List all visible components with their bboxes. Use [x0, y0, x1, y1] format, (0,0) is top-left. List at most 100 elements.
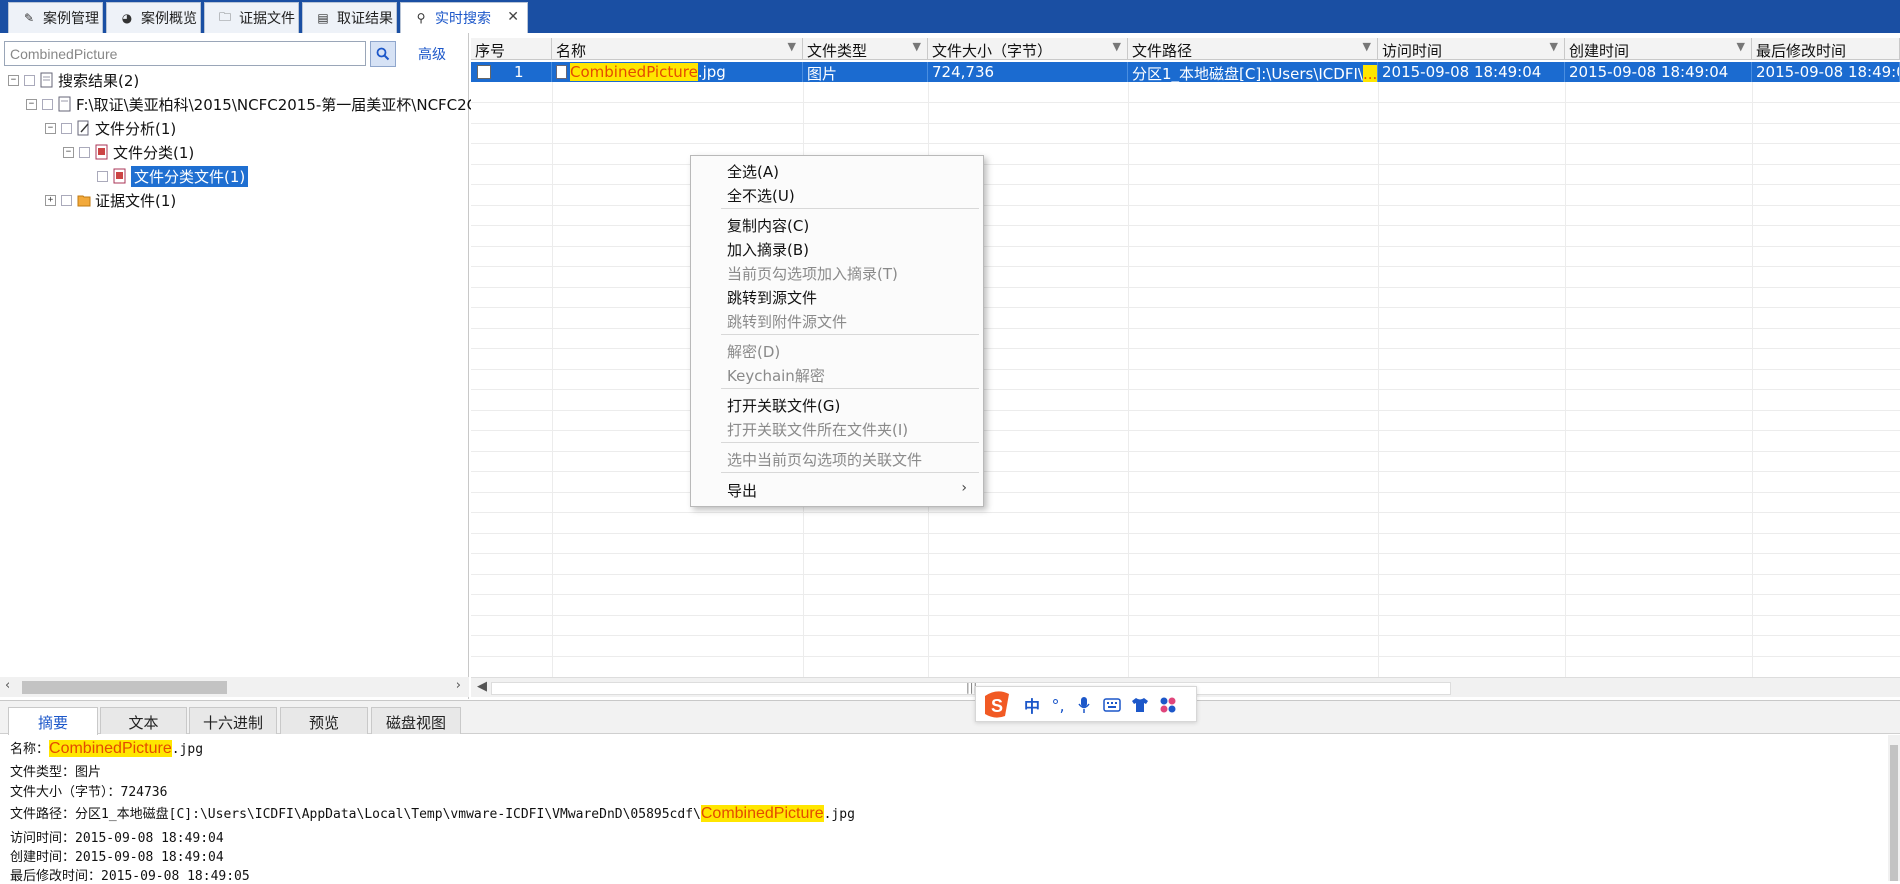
- column-header-size[interactable]: 文件大小（字节） ▼: [928, 38, 1128, 60]
- collapse-icon[interactable]: −: [45, 122, 56, 134]
- row-checkbox[interactable]: [477, 65, 491, 79]
- grid-column-line: [1128, 82, 1129, 682]
- skin-shirt-icon[interactable]: [1128, 694, 1152, 716]
- tree-checkbox[interactable]: [61, 194, 72, 206]
- tree-checkbox[interactable]: [97, 170, 108, 182]
- menu-item-export[interactable]: 导出 ›: [727, 480, 977, 500]
- filter-icon[interactable]: ▼: [1550, 40, 1558, 53]
- menu-item-decrypt: 解密(D): [727, 343, 781, 361]
- column-header-name[interactable]: 名称 ▼: [552, 38, 803, 60]
- grid-row-line: [471, 266, 1900, 267]
- sogou-logo-icon[interactable]: S: [980, 690, 1014, 720]
- toolbox-grid-icon[interactable]: [1156, 694, 1180, 716]
- menu-item-goto-attachment-source: 跳转到附件源文件: [727, 313, 848, 331]
- scroll-left-arrow-icon[interactable]: ‹: [5, 678, 10, 693]
- filter-icon[interactable]: ▼: [788, 40, 796, 53]
- tree-node-label: 证据文件(1): [95, 191, 177, 210]
- column-header-index[interactable]: 序号: [471, 38, 552, 60]
- search-input[interactable]: [4, 41, 366, 66]
- column-header-path[interactable]: 文件路径 ▼: [1128, 38, 1378, 60]
- tab-label: 实时搜索: [435, 11, 491, 27]
- collapse-icon[interactable]: −: [26, 98, 37, 110]
- tab-preview[interactable]: 预览: [280, 707, 368, 734]
- path-value: 分区1_本地磁盘[C]:\Users\ICDFI\: [1132, 65, 1363, 82]
- column-header-modified[interactable]: 最后修改时间: [1752, 38, 1900, 60]
- column-label: 文件类型: [807, 42, 868, 60]
- grid-row-line: [471, 307, 1900, 308]
- tree-checkbox[interactable]: [61, 122, 72, 134]
- tab-hex[interactable]: 十六进制: [189, 707, 277, 734]
- filter-icon[interactable]: ▼: [1363, 40, 1371, 53]
- tree-checkbox[interactable]: [24, 74, 35, 86]
- menu-item-select-all[interactable]: 全选(A): [727, 161, 779, 181]
- column-header-created[interactable]: 创建时间 ▼: [1565, 38, 1752, 60]
- detail-path: 文件路径：分区1_本地磁盘[C]:\Users\ICDFI\AppData\Lo…: [10, 805, 855, 822]
- horizontal-scrollbar[interactable]: ‹ ›: [0, 677, 469, 697]
- grid-row-line: [471, 573, 1900, 575]
- tab-forensic-results[interactable]: ▤ 取证结果: [302, 2, 397, 33]
- tree-node-label: 文件分析(1): [95, 119, 177, 138]
- grid-row-line: [471, 491, 1900, 493]
- search-icon: ⚲: [416, 11, 426, 25]
- grid-row-line: [471, 184, 1900, 185]
- table-row[interactable]: 1 CombinedPicture.jpg 图片 724,736 分区1_本地磁…: [471, 62, 1900, 82]
- tab-case-overview[interactable]: ◕ 案例概览: [106, 2, 201, 33]
- search-button[interactable]: [370, 41, 396, 67]
- cell-type: 图片: [803, 62, 928, 82]
- tree-node-evidence-files[interactable]: + 证据文件(1): [45, 189, 176, 211]
- grid-row-line: [471, 225, 1900, 226]
- tree-node-classified-files[interactable]: 文件分类文件(1): [97, 165, 249, 187]
- detail-accessed: 访问时间：2015-09-08 18:49:04: [10, 831, 224, 846]
- classification-icon: [113, 168, 126, 184]
- svg-text:S: S: [991, 696, 1003, 716]
- ime-punctuation-toggle[interactable]: °,: [1046, 694, 1070, 716]
- tab-summary[interactable]: 摘要: [8, 707, 98, 735]
- scrollbar-thumb[interactable]: [1890, 745, 1898, 881]
- menu-item-open-linked-folder: 打开关联文件所在文件夹(I): [727, 421, 909, 439]
- column-header-accessed[interactable]: 访问时间 ▼: [1378, 38, 1565, 60]
- scroll-left-arrow-icon[interactable]: ◀: [477, 679, 487, 694]
- tab-disk-view[interactable]: 磁盘视图: [371, 707, 461, 734]
- close-icon[interactable]: ✕: [507, 9, 519, 25]
- grid-row-line: [471, 327, 1900, 329]
- keyboard-icon[interactable]: [1100, 694, 1124, 716]
- path-match: ...: [1362, 65, 1378, 82]
- tree-checkbox[interactable]: [42, 98, 53, 110]
- ime-language-toggle[interactable]: 中: [1020, 694, 1044, 716]
- tab-evidence-files[interactable]: 🗀 证据文件: [204, 2, 299, 33]
- menu-item-copy-content[interactable]: 复制内容(C): [727, 215, 809, 235]
- filter-icon[interactable]: ▼: [1113, 40, 1121, 53]
- grid-column-line: [1378, 82, 1379, 682]
- advanced-search-link[interactable]: 高级: [418, 44, 446, 64]
- expand-icon[interactable]: +: [45, 194, 56, 206]
- column-header-type[interactable]: 文件类型 ▼: [803, 38, 928, 60]
- collapse-icon[interactable]: −: [8, 74, 19, 86]
- tree-node-file-analysis[interactable]: − 文件分析(1): [45, 117, 176, 139]
- vertical-scrollbar[interactable]: [1888, 735, 1900, 881]
- grid-row-line: [471, 286, 1900, 288]
- tab-live-search[interactable]: ⚲ 实时搜索 ✕: [400, 2, 528, 33]
- tab-case-management[interactable]: ✎ 案例管理: [8, 2, 103, 33]
- menu-item-open-linked[interactable]: 打开关联文件(G): [727, 395, 840, 415]
- document-icon: [58, 96, 71, 112]
- grid-row-line: [471, 204, 1900, 206]
- tree-node-file-classification[interactable]: − 文件分类(1): [63, 141, 194, 163]
- menu-separator: [721, 334, 979, 335]
- microphone-icon[interactable]: [1072, 694, 1096, 716]
- tab-text[interactable]: 文本: [100, 707, 187, 734]
- menu-item-add-checked-summary: 当前页勾选项加入摘录(T): [727, 265, 898, 283]
- cell-size: 724,736: [928, 62, 1128, 82]
- menu-item-label: 导出: [727, 482, 758, 500]
- filter-icon[interactable]: ▼: [1737, 40, 1745, 53]
- tree-node-search-results[interactable]: − 搜索结果(2): [8, 69, 139, 91]
- filter-icon[interactable]: ▼: [913, 40, 921, 53]
- menu-item-goto-source[interactable]: 跳转到源文件: [727, 287, 817, 307]
- name-ext: .jpg: [697, 63, 726, 81]
- menu-item-deselect-all[interactable]: 全不选(U): [727, 185, 795, 205]
- tree-node-evidence-path[interactable]: − F:\取证\美亚柏科\2015\NCFC2015-第一届美亚杯\NCFC2C: [26, 93, 477, 115]
- collapse-icon[interactable]: −: [63, 146, 74, 158]
- scrollbar-thumb[interactable]: [22, 681, 227, 694]
- menu-item-add-summary[interactable]: 加入摘录(B): [727, 239, 809, 259]
- scroll-right-arrow-icon[interactable]: ›: [456, 678, 461, 693]
- tree-checkbox[interactable]: [79, 146, 90, 158]
